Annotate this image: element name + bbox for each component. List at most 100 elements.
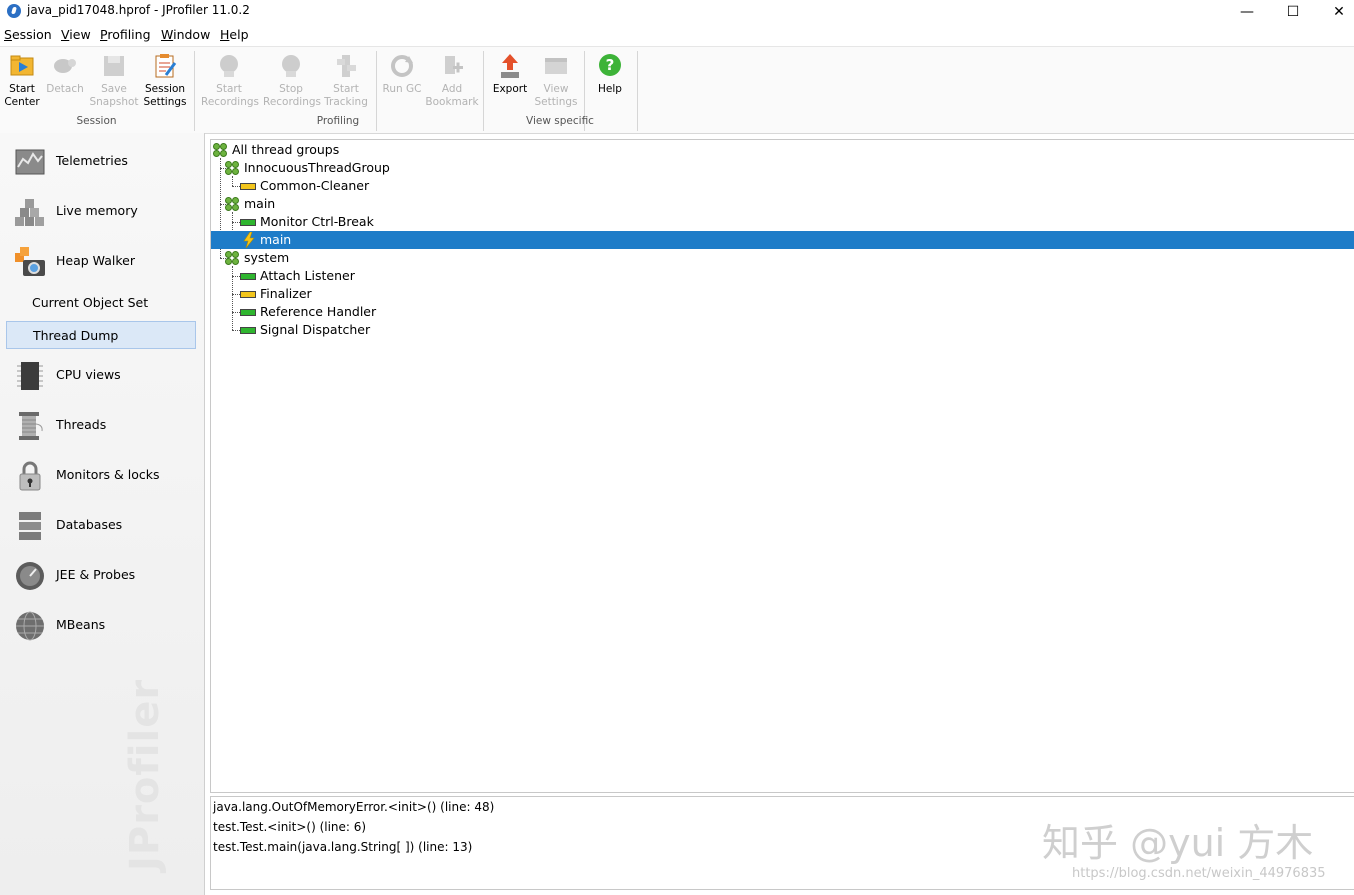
stop-recordings-button[interactable]: Stop Recordings bbox=[263, 51, 321, 113]
maximize-button[interactable]: ☐ bbox=[1270, 0, 1316, 24]
start-tracking-icon bbox=[333, 53, 359, 79]
tree-node-main-thread[interactable]: main bbox=[211, 231, 1354, 249]
save-snapshot-button[interactable]: Save Snapshot bbox=[86, 51, 142, 113]
databases-icon bbox=[15, 511, 45, 541]
run-gc-button[interactable]: Run GC bbox=[374, 51, 430, 113]
tree-node-finalizer[interactable]: Finalizer bbox=[211, 285, 1354, 303]
tree-node-label: Signal Dispatcher bbox=[260, 322, 371, 337]
sidebar-item-live-memory[interactable]: Live memory bbox=[0, 188, 204, 234]
tree-node-system-group[interactable]: system bbox=[211, 249, 1354, 267]
sidebar-item-label: Live memory bbox=[56, 203, 138, 218]
menu-label: ession bbox=[11, 27, 52, 42]
telemetries-icon bbox=[15, 147, 45, 177]
svg-text:?: ? bbox=[606, 56, 615, 74]
menu-label: indow bbox=[173, 27, 211, 42]
tree-node-label: All thread groups bbox=[232, 142, 340, 157]
thread-tree[interactable]: All thread groups InnocuousThreadGroup C… bbox=[210, 139, 1354, 793]
tree-node-label: main bbox=[260, 232, 292, 247]
tree-node-label: main bbox=[244, 196, 276, 211]
tree-node-signal-dispatcher[interactable]: Signal Dispatcher bbox=[211, 321, 1354, 339]
menu-label: elp bbox=[229, 27, 249, 42]
button-label: Session bbox=[144, 83, 186, 95]
thread-runnable-icon bbox=[240, 219, 256, 226]
tree-node-attach-listener[interactable]: Attach Listener bbox=[211, 267, 1354, 285]
tree-node-label: Common-Cleaner bbox=[260, 178, 370, 193]
menu-session[interactable]: Session bbox=[4, 27, 52, 42]
thread-group-icon bbox=[225, 197, 239, 211]
thread-group-icon bbox=[225, 161, 239, 175]
monitors-locks-icon bbox=[15, 461, 45, 491]
tree-node-label: Attach Listener bbox=[260, 268, 355, 283]
toolbar-group-session: Session bbox=[76, 115, 117, 127]
tree-node-label: Reference Handler bbox=[260, 304, 377, 319]
button-label: Recordings bbox=[263, 96, 321, 108]
button-label: Snapshot bbox=[89, 96, 139, 108]
sidebar-item-heap-walker[interactable]: Heap Walker bbox=[0, 238, 204, 284]
start-recordings-icon bbox=[216, 53, 242, 79]
view-selector-sidebar: Telemetries Live memory Heap Walker Curr… bbox=[0, 133, 205, 895]
sidebar-item-monitors-locks[interactable]: Monitors & locks bbox=[0, 452, 204, 498]
sidebar-item-label: Databases bbox=[56, 517, 123, 532]
stack-frame[interactable]: java.lang.OutOfMemoryError.<init>() (lin… bbox=[213, 800, 494, 814]
sidebar-item-telemetries[interactable]: Telemetries bbox=[0, 138, 204, 184]
jee-probes-icon bbox=[15, 561, 45, 591]
sidebar-item-current-object-set[interactable]: Current Object Set bbox=[6, 289, 194, 315]
menu-mnemonic: W bbox=[161, 27, 174, 42]
sidebar-item-mbeans[interactable]: MBeans bbox=[0, 602, 204, 648]
tree-node-reference-handler[interactable]: Reference Handler bbox=[211, 303, 1354, 321]
sidebar-item-databases[interactable]: Databases bbox=[0, 502, 204, 548]
help-button[interactable]: ? Help bbox=[582, 51, 638, 113]
sidebar-item-cpu-views[interactable]: CPU views bbox=[0, 352, 204, 398]
tree-node-monitor-ctrl-break[interactable]: Monitor Ctrl-Break bbox=[211, 213, 1354, 231]
sidebar-item-label: CPU views bbox=[56, 367, 121, 382]
sidebar-item-threads[interactable]: Threads bbox=[0, 402, 204, 448]
sidebar-item-label: JEE & Probes bbox=[56, 567, 136, 582]
window-title: java_pid17048.hprof - JProfiler 11.0.2 bbox=[27, 3, 250, 17]
sidebar-item-label: Thread Dump bbox=[33, 328, 119, 343]
close-button[interactable]: ✕ bbox=[1316, 0, 1354, 24]
save-snapshot-icon bbox=[101, 53, 127, 79]
menu-mnemonic: H bbox=[220, 27, 230, 42]
threads-icon bbox=[15, 411, 45, 441]
button-label: Add bbox=[441, 83, 463, 95]
thread-group-icon bbox=[213, 143, 227, 157]
thread-waiting-icon bbox=[240, 291, 256, 298]
start-center-icon bbox=[9, 53, 35, 79]
stack-frame[interactable]: test.Test.<init>() (line: 6) bbox=[213, 820, 366, 834]
title-bar: java_pid17048.hprof - JProfiler 11.0.2 —… bbox=[0, 0, 1354, 24]
add-bookmark-button[interactable]: Add Bookmark bbox=[424, 51, 480, 113]
button-label: Start bbox=[333, 83, 359, 95]
menu-bar: Session View Profiling Window Help bbox=[0, 24, 1354, 46]
sidebar-item-thread-dump[interactable]: Thread Dump bbox=[6, 321, 196, 349]
session-settings-button[interactable]: Session Settings bbox=[137, 51, 193, 113]
add-bookmark-icon bbox=[439, 53, 465, 79]
view-settings-button[interactable]: View Settings bbox=[528, 51, 584, 113]
run-gc-icon bbox=[389, 53, 415, 79]
menu-window[interactable]: Window bbox=[161, 27, 210, 42]
stack-frame[interactable]: test.Test.main(java.lang.String[ ]) (lin… bbox=[213, 840, 472, 854]
jprofiler-app-icon bbox=[7, 4, 21, 18]
minimize-button[interactable]: — bbox=[1224, 0, 1270, 24]
tree-node-common-cleaner[interactable]: Common-Cleaner bbox=[211, 177, 1354, 195]
menu-profiling[interactable]: Profiling bbox=[100, 27, 151, 42]
button-label: Start bbox=[216, 83, 242, 95]
menu-view[interactable]: View bbox=[61, 27, 91, 42]
sidebar-item-label: Current Object Set bbox=[32, 295, 149, 310]
toolbar: Start Center Detach Save Snapshot Sessio… bbox=[0, 46, 1354, 134]
tree-node-all-thread-groups[interactable]: All thread groups bbox=[211, 141, 1354, 159]
tree-node-label: system bbox=[244, 250, 290, 265]
heap-walker-icon bbox=[15, 247, 45, 277]
button-label: View bbox=[543, 83, 569, 95]
sidebar-item-jee-probes[interactable]: JEE & Probes bbox=[0, 552, 204, 598]
current-thread-lightning-icon bbox=[242, 231, 256, 249]
menu-help[interactable]: Help bbox=[220, 27, 249, 42]
button-label: Save bbox=[101, 83, 127, 95]
tree-node-main-group[interactable]: main bbox=[211, 195, 1354, 213]
start-recordings-button[interactable]: Start Recordings bbox=[201, 51, 259, 113]
thread-group-icon bbox=[225, 251, 239, 265]
thread-runnable-icon bbox=[240, 309, 256, 316]
start-tracking-button[interactable]: Start Tracking bbox=[318, 51, 374, 113]
tree-node-innocuous-thread-group[interactable]: InnocuousThreadGroup bbox=[211, 159, 1354, 177]
detach-button[interactable]: Detach bbox=[37, 51, 93, 113]
jprofiler-brand-watermark: JProfiler bbox=[122, 678, 168, 871]
